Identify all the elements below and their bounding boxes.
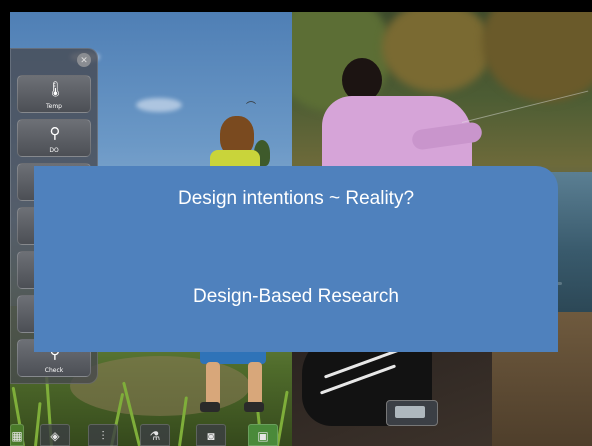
text-overlay-panel: Design intentions ~ Reality? Design-Base… <box>34 166 558 352</box>
avatar-shoe <box>200 402 220 412</box>
foliage <box>482 12 592 102</box>
thermometer-icon: 🌡 <box>46 81 66 98</box>
overlay-subtitle: Design-Based Research <box>193 286 399 307</box>
close-icon[interactable]: ✕ <box>77 53 91 67</box>
globe-icon[interactable]: ◈ <box>40 424 70 446</box>
tool-tile-label: DO <box>49 147 59 154</box>
camera-icon[interactable]: ◙ <box>196 424 226 446</box>
handheld-device <box>386 400 438 426</box>
device-screen <box>395 406 425 418</box>
microscope-icon[interactable]: ⚗ <box>140 424 170 446</box>
cloud <box>136 98 182 112</box>
notebook-icon[interactable]: ▣ <box>248 424 278 446</box>
avatar-leg <box>206 362 220 406</box>
tool-tile-label: Check <box>44 367 64 374</box>
slide: ⌒ ✕ 🌡 Temp ⚲ DO ⚲ Check ▦ ◈ ⫶ ⚗ ◙ ▣ Desi… <box>0 0 592 446</box>
map-icon[interactable]: ▦ <box>10 424 24 446</box>
dissolved-oxygen-probe-icon: ⚲ <box>49 125 61 142</box>
avatar-shoe <box>244 402 264 412</box>
foliage <box>382 12 492 92</box>
tool-tile-temp[interactable]: 🌡 Temp <box>17 75 91 113</box>
avatar-leg <box>248 362 262 406</box>
inventory-bar: ▦ ◈ ⫶ ⚗ ◙ ▣ <box>10 422 292 446</box>
test-tubes-icon[interactable]: ⫶ <box>88 424 118 446</box>
bird-icon: ⌒ <box>246 102 256 113</box>
tool-tile-do[interactable]: ⚲ DO <box>17 119 91 157</box>
tool-tile-label: Temp <box>46 103 62 110</box>
overlay-title: Design intentions ~ Reality? <box>177 188 415 209</box>
